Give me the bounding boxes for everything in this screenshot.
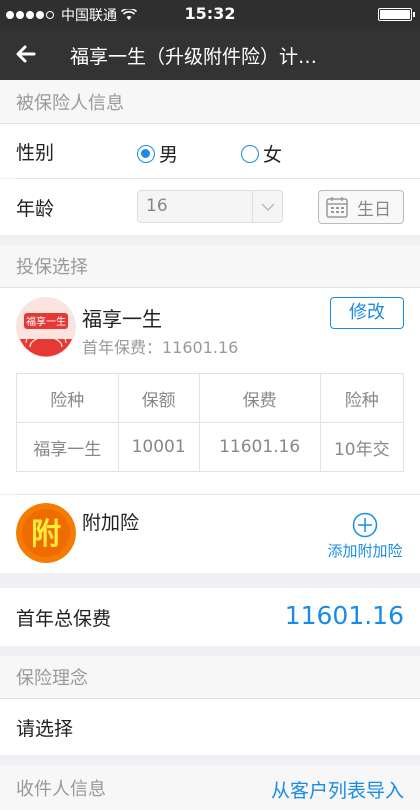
table-cell: 11601.16 [198,422,321,472]
total-label: 首年总保费 [16,607,112,630]
philosophy-placeholder: 请选择 [16,717,74,740]
addon-title: 附加险 [82,512,140,534]
table-cell: 10年交 [319,422,405,472]
birthday-button[interactable]: 生日 [318,190,404,224]
nav-bar: 福享一生（升级附件险）计… [0,28,420,80]
birthday-label: 生日 [357,199,391,220]
gender-male-radio[interactable]: 男 [137,140,178,167]
section-plan-title: 投保选择 [0,245,420,288]
first-year-premium: 首年保费：11601.16 [82,338,239,357]
status-bar: 中国联通 15:32 [0,0,420,28]
table-header: 险种 [16,373,119,423]
product-name: 福享一生 [82,307,162,331]
import-from-client-list-link[interactable]: 从客户列表导入 [271,776,404,803]
page-title: 福享一生（升级附件险）计… [70,46,318,68]
product-logo: 福享一生 [16,297,76,357]
age-value: 16 [146,196,168,216]
gender-label: 性别 [16,141,55,164]
table-header: 保费 [198,373,321,423]
edit-button[interactable]: 修改 [330,297,404,329]
product-logo-text: 福享一生 [26,315,66,328]
plus-circle-icon [352,512,378,538]
addon-logo: 附 [16,503,76,563]
status-time: 15:32 [184,4,236,23]
table-cell: 10001 [117,422,200,472]
addon-logo-text: 附 [31,517,61,552]
plan-table: 险种 保额 保费 险种 福享一生 10001 11601.16 10年交 [16,373,405,472]
battery-icon [378,8,415,21]
add-addon-label: 添加附加险 [327,542,403,560]
table-row: 福享一生 10001 11601.16 10年交 [16,422,405,472]
table-header-row: 险种 保额 保费 险种 [16,373,405,423]
radio-unselected-icon [241,144,259,163]
table-header: 险种 [319,373,405,423]
section-insured-title: 被保险人信息 [0,80,420,124]
age-select[interactable]: 16 [137,190,283,223]
table-header: 保额 [117,373,200,423]
section-philosophy-title: 保险理念 [0,656,420,699]
gender-row: 性别 [0,124,420,178]
gender-male-label: 男 [159,144,179,166]
back-arrow-icon[interactable] [12,40,40,68]
philosophy-select[interactable]: 请选择 [0,699,420,755]
calendar-icon [326,197,348,218]
total-value: 11601.16 [284,601,404,630]
age-label: 年龄 [16,197,55,220]
add-addon-button[interactable]: 添加附加险 [322,512,408,561]
radio-selected-icon [137,144,155,163]
gender-female-label: 女 [263,144,283,166]
chevron-down-icon [261,203,275,212]
table-cell: 福享一生 [16,422,119,472]
gender-female-radio[interactable]: 女 [241,140,282,167]
